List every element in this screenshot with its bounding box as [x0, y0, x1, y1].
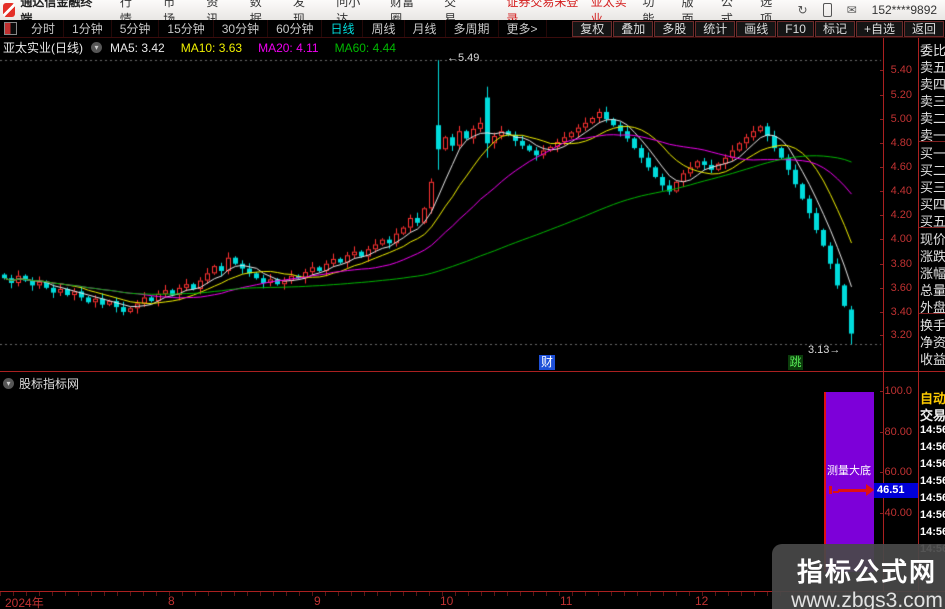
- refresh-icon[interactable]: ↻: [797, 3, 807, 17]
- price-tick: 3.60: [880, 282, 912, 294]
- multi-stock-button[interactable]: 多股: [654, 20, 695, 37]
- tick-time[interactable]: 14:56: [920, 424, 945, 436]
- period-monthly[interactable]: 月线: [405, 20, 446, 37]
- month-label: 10: [440, 594, 454, 608]
- period-multi[interactable]: 多周期: [446, 20, 499, 37]
- ma60-label: MA60: 4.44: [334, 40, 396, 55]
- layout-toggle-icon[interactable]: [4, 22, 17, 35]
- year-label: 2024年: [5, 596, 44, 609]
- candlestick-chart[interactable]: [0, 54, 883, 359]
- top-menu-bar: 通达信金融终端 行情 市场 资讯 数据 发现 问小达 财富圈 交易 证券交易未登…: [0, 0, 945, 26]
- period-more[interactable]: 更多>: [499, 20, 547, 37]
- gap-marker-green[interactable]: 跳: [788, 355, 803, 370]
- price-tick: 4.40: [880, 185, 912, 197]
- tick-time[interactable]: 14:56: [920, 475, 945, 487]
- period-5min[interactable]: 5分钟: [112, 20, 160, 37]
- tick-time[interactable]: 14:56: [920, 526, 945, 538]
- back-button[interactable]: 返回: [903, 20, 944, 37]
- overlay-button[interactable]: 叠加: [613, 20, 654, 37]
- price-tick: 4.60: [880, 161, 912, 173]
- tick-time[interactable]: 14:56: [920, 492, 945, 504]
- strip-divider: [919, 313, 945, 314]
- indicator-tick: 40.00: [880, 507, 912, 519]
- strip-divider: [919, 141, 945, 142]
- period-intraday[interactable]: 分时: [23, 20, 65, 37]
- price-tick: 3.40: [880, 306, 912, 318]
- price-tick: 4.20: [880, 209, 912, 221]
- price-tick: 5.00: [880, 113, 912, 125]
- collapse-icon[interactable]: ▾: [91, 42, 102, 53]
- price-tick: 5.20: [880, 89, 912, 101]
- watermark: 指标公式网 www.zbgs3.com: [772, 544, 945, 609]
- indicator-tick: 80.00: [880, 426, 912, 438]
- high-price-annotation: ←5.49: [447, 52, 480, 64]
- indicator-arrow-head: [866, 484, 874, 496]
- tick-time[interactable]: 14:56: [920, 509, 945, 521]
- month-label: 11: [560, 594, 573, 608]
- period-30min[interactable]: 30分钟: [214, 20, 269, 37]
- order-book-strip: 委比 卖五 卖四 卖三 卖二 卖一 买一 买二 买三 买四 买五 现价 涨跌 涨…: [919, 38, 945, 592]
- indicator-tick: 100.0: [880, 385, 912, 397]
- auto-trade-tab-line2[interactable]: 交易: [920, 405, 945, 424]
- tick-time[interactable]: 14:56: [920, 441, 945, 453]
- f10-button[interactable]: F10: [777, 20, 814, 37]
- label-earnings: 收益: [920, 352, 945, 367]
- panel-separator-line[interactable]: [0, 371, 945, 372]
- strip-divider: [919, 227, 945, 228]
- price-tick: 4.80: [880, 137, 912, 149]
- month-label: 8: [168, 594, 175, 608]
- indicator-red-mark: [829, 486, 832, 494]
- month-label: 12: [695, 594, 709, 608]
- draw-line-button[interactable]: 画线: [736, 20, 777, 37]
- watermark-url: www.zbgs3.com: [791, 589, 943, 609]
- ma5-label: MA5: 3.42: [110, 40, 165, 55]
- low-price-annotation: 3.13→: [808, 344, 841, 356]
- ma20-label: MA20: 4.11: [258, 40, 319, 55]
- indicator-title: 股标指标网: [19, 377, 80, 391]
- mobile-icon[interactable]: [822, 3, 832, 17]
- period-weekly[interactable]: 周线: [363, 20, 405, 37]
- price-tick: 3.80: [880, 258, 912, 270]
- statistics-button[interactable]: 统计: [695, 20, 736, 37]
- month-label: 9: [314, 594, 321, 608]
- ma10-label: MA10: 3.63: [180, 40, 243, 55]
- price-tick: 5.40: [880, 64, 912, 76]
- tick-time[interactable]: 14:56: [920, 458, 945, 470]
- period-daily[interactable]: 日线: [322, 20, 364, 37]
- app-logo-icon: [3, 3, 16, 17]
- indicator-arrow-shaft: [838, 489, 868, 492]
- indicator-collapse-icon[interactable]: ▾: [3, 378, 14, 389]
- app-window: 通达信金融终端 行情 市场 资讯 数据 发现 问小达 财富圈 交易 证券交易未登…: [0, 0, 945, 609]
- news-marker-blue[interactable]: 财: [539, 355, 555, 370]
- period-1min[interactable]: 1分钟: [64, 20, 112, 37]
- mail-icon[interactable]: ✉: [847, 3, 857, 17]
- period-toolbar: 分时 1分钟 5分钟 15分钟 30分钟 60分钟 日线 周线 月线 多周期 更…: [0, 20, 945, 38]
- watermark-title: 指标公式网: [796, 557, 937, 587]
- add-favorite-button[interactable]: +自选: [855, 20, 903, 37]
- mark-button[interactable]: 标记: [814, 20, 855, 37]
- indicator-signal-text: 测量大底: [827, 465, 871, 477]
- price-tick: 4.00: [880, 233, 912, 245]
- price-tick: 3.20: [880, 329, 912, 341]
- indicator-value-badge: 46.51: [874, 483, 918, 498]
- adjust-price-button[interactable]: 复权: [572, 20, 613, 37]
- indicator-tick: 60.00: [880, 466, 912, 478]
- indicator-header: ▾ 股标指标网: [3, 375, 79, 392]
- period-60min[interactable]: 60分钟: [268, 20, 323, 37]
- period-15min[interactable]: 15分钟: [159, 20, 214, 37]
- account-phone-number[interactable]: 152****9892: [872, 3, 937, 17]
